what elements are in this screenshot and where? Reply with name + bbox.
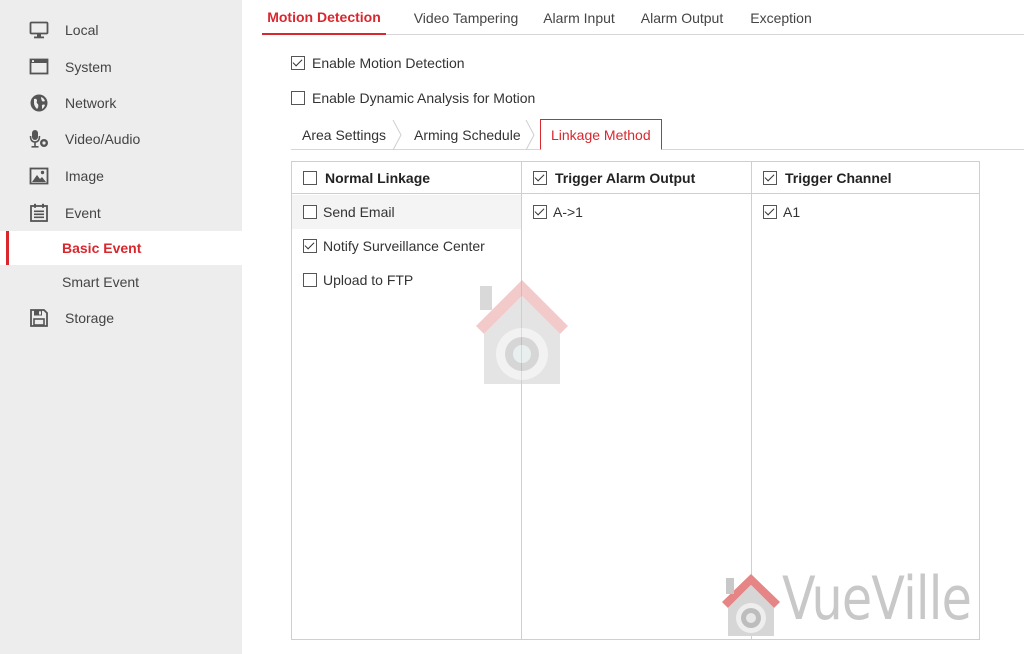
sidebar-item-video-audio[interactable]: Video/Audio — [0, 122, 242, 156]
checkbox-unchecked[interactable] — [303, 273, 317, 287]
trigger-channel-header-label: Trigger Channel — [785, 169, 892, 186]
enable-motion-detection-label: Enable Motion Detection — [312, 55, 465, 71]
checkbox-checked[interactable] — [291, 56, 305, 70]
chevron-separator-icon — [525, 120, 535, 150]
enable-dynamic-analysis-checkbox[interactable]: Enable Dynamic Analysis for Motion — [291, 90, 535, 106]
calendar-list-icon — [29, 203, 49, 223]
sidebar-item-event[interactable]: Event — [0, 196, 242, 230]
vueville-watermark-text: VueVille — [782, 564, 972, 634]
image-icon — [29, 166, 49, 186]
enable-motion-detection-checkbox[interactable]: Enable Motion Detection — [291, 55, 465, 71]
sidebar-item-local[interactable]: Local — [0, 13, 242, 47]
normal-linkage-header[interactable]: Normal Linkage — [292, 162, 521, 194]
checkbox-unchecked[interactable] — [291, 91, 305, 105]
sidebar-item-storage[interactable]: Storage — [0, 301, 242, 335]
send-email-label: Send Email — [323, 204, 395, 220]
channel-a1-label: A1 — [783, 204, 801, 220]
upload-to-ftp-label: Upload to FTP — [323, 272, 414, 288]
house-camera-watermark-icon — [476, 280, 568, 384]
sidebar-item-label: Network — [65, 95, 117, 111]
trigger-alarm-output-header-label: Trigger Alarm Output — [555, 169, 696, 186]
sidebar-subitem-basic-event[interactable]: Basic Event — [0, 231, 242, 265]
sidebar-item-label: System — [65, 59, 112, 75]
alarm-output-a1-checkbox[interactable]: A->1 — [522, 195, 751, 229]
normal-linkage-header-label: Normal Linkage — [325, 169, 431, 186]
tab-exception[interactable]: Exception — [749, 0, 813, 35]
normal-linkage-column: Normal Linkage Send Email Notify Surveil… — [292, 162, 521, 639]
trigger-channel-header[interactable]: Trigger Channel — [752, 162, 979, 194]
floppy-disk-icon — [29, 308, 49, 328]
tab-motion-detection[interactable]: Motion Detection — [262, 0, 386, 35]
checkbox-unchecked[interactable] — [303, 205, 317, 219]
monitor-icon — [29, 20, 49, 40]
subtab-arming-schedule[interactable]: Arming Schedule — [414, 120, 521, 150]
subtab-area-settings[interactable]: Area Settings — [302, 120, 386, 150]
sidebar-item-label: Local — [65, 22, 99, 38]
send-email-checkbox[interactable]: Send Email — [292, 195, 521, 229]
sidebar-item-label: Event — [65, 205, 101, 221]
sidebar-item-label: Image — [65, 168, 104, 184]
trigger-alarm-output-header[interactable]: Trigger Alarm Output — [522, 162, 751, 194]
sidebar-subitem-smart-event[interactable]: Smart Event — [0, 265, 242, 299]
checkbox-checked[interactable] — [303, 239, 317, 253]
notify-surveillance-center-label: Notify Surveillance Center — [323, 238, 485, 254]
notify-surveillance-center-checkbox[interactable]: Notify Surveillance Center — [292, 229, 521, 263]
tab-alarm-input[interactable]: Alarm Input — [543, 0, 615, 35]
sidebar: Local System Network Video/Audio Image E… — [0, 0, 242, 654]
sidebar-subitem-label: Smart Event — [62, 274, 140, 290]
trigger-alarm-output-column: Trigger Alarm Output A->1 — [521, 162, 751, 639]
top-tab-bar: Motion Detection Video Tampering Alarm I… — [262, 0, 1024, 35]
chevron-separator-icon — [392, 120, 402, 150]
sub-tab-bar: Area Settings Arming Schedule Linkage Me… — [291, 119, 1024, 150]
sidebar-item-network[interactable]: Network — [0, 86, 242, 120]
channel-a1-checkbox[interactable]: A1 — [752, 195, 979, 229]
window-icon — [29, 57, 49, 77]
alarm-output-a1-label: A->1 — [553, 204, 583, 220]
sidebar-item-image[interactable]: Image — [0, 159, 242, 193]
vueville-logo-icon — [722, 574, 780, 636]
globe-icon — [29, 93, 49, 113]
sidebar-item-label: Storage — [65, 310, 115, 326]
subtab-linkage-method[interactable]: Linkage Method — [540, 119, 662, 150]
enable-dynamic-analysis-label: Enable Dynamic Analysis for Motion — [312, 90, 536, 106]
microphone-camera-icon — [29, 129, 49, 149]
checkbox-checked[interactable] — [763, 205, 777, 219]
checkbox-checked[interactable] — [533, 170, 547, 185]
sidebar-subitem-label: Basic Event — [62, 240, 142, 256]
checkbox-checked[interactable] — [533, 205, 547, 219]
tab-alarm-output[interactable]: Alarm Output — [640, 0, 724, 35]
checkbox-checked[interactable] — [763, 170, 777, 185]
checkbox-unchecked[interactable] — [303, 170, 317, 185]
sidebar-item-label: Video/Audio — [65, 131, 141, 147]
sidebar-item-system[interactable]: System — [0, 50, 242, 84]
tab-video-tampering[interactable]: Video Tampering — [408, 0, 524, 35]
